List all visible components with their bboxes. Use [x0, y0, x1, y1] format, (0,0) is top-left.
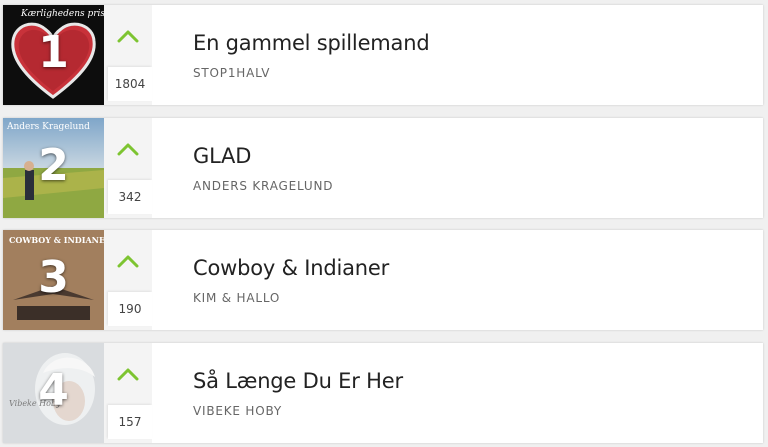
chart-entry: Anders Kragelund 2 342 GLAD ANDERS KRAGE… — [3, 118, 763, 218]
artist-name[interactable]: STOP1HALV — [193, 65, 763, 81]
cover-image[interactable]: Anders Kragelund 2 — [3, 118, 104, 218]
cover-image[interactable]: Vibeke Hoby 4 — [3, 343, 104, 443]
track-info: Så Længe Du Er Her VIBEKE HOBY — [152, 343, 763, 443]
track-title[interactable]: En gammel spillemand — [193, 29, 763, 57]
rank-number: 4 — [38, 365, 69, 416]
cover-caption: COWBOY & INDIANER — [9, 235, 104, 245]
vote-box: 190 — [104, 230, 152, 330]
rank-number: 3 — [38, 252, 69, 303]
vote-box: 342 — [104, 118, 152, 218]
vote-box: 157 — [104, 343, 152, 443]
upvote-button[interactable] — [104, 361, 152, 387]
vote-count: 157 — [108, 405, 152, 439]
track-title[interactable]: Cowboy & Indianer — [193, 254, 763, 282]
artist-name[interactable]: KIM & HALLO — [193, 290, 763, 306]
upvote-button[interactable] — [104, 248, 152, 274]
chevron-up-icon — [117, 255, 139, 268]
vote-count: 1804 — [108, 67, 152, 101]
rank-number: 1 — [38, 27, 69, 78]
chevron-up-icon — [117, 368, 139, 381]
chevron-up-icon — [117, 30, 139, 43]
track-title[interactable]: GLAD — [193, 142, 763, 170]
track-info: GLAD ANDERS KRAGELUND — [152, 118, 763, 218]
chart-entry: Kærlighedens pris 1 1804 En gammel spill… — [3, 5, 763, 105]
upvote-button[interactable] — [104, 23, 152, 49]
chart-entry: Vibeke Hoby 4 157 Så Længe Du Er Her VIB… — [3, 343, 763, 443]
track-title[interactable]: Så Længe Du Er Her — [193, 367, 763, 395]
artist-name[interactable]: ANDERS KRAGELUND — [193, 178, 763, 194]
vote-box: 1804 — [104, 5, 152, 105]
chart-list: Kærlighedens pris 1 1804 En gammel spill… — [0, 0, 768, 447]
artist-name[interactable]: VIBEKE HOBY — [193, 403, 763, 419]
cover-image[interactable]: Kærlighedens pris 1 — [3, 5, 104, 105]
vote-count: 190 — [108, 292, 152, 326]
vote-count: 342 — [108, 180, 152, 214]
cover-caption: Kærlighedens pris — [21, 9, 104, 19]
upvote-button[interactable] — [104, 136, 152, 162]
cover-caption: Anders Kragelund — [7, 122, 90, 132]
cover-image[interactable]: COWBOY & INDIANER 3 — [3, 230, 104, 330]
track-info: En gammel spillemand STOP1HALV — [152, 5, 763, 105]
track-info: Cowboy & Indianer KIM & HALLO — [152, 230, 763, 330]
chart-entry: COWBOY & INDIANER 3 190 Cowboy & Indiane… — [3, 230, 763, 330]
chevron-up-icon — [117, 143, 139, 156]
rank-number: 2 — [38, 140, 69, 191]
